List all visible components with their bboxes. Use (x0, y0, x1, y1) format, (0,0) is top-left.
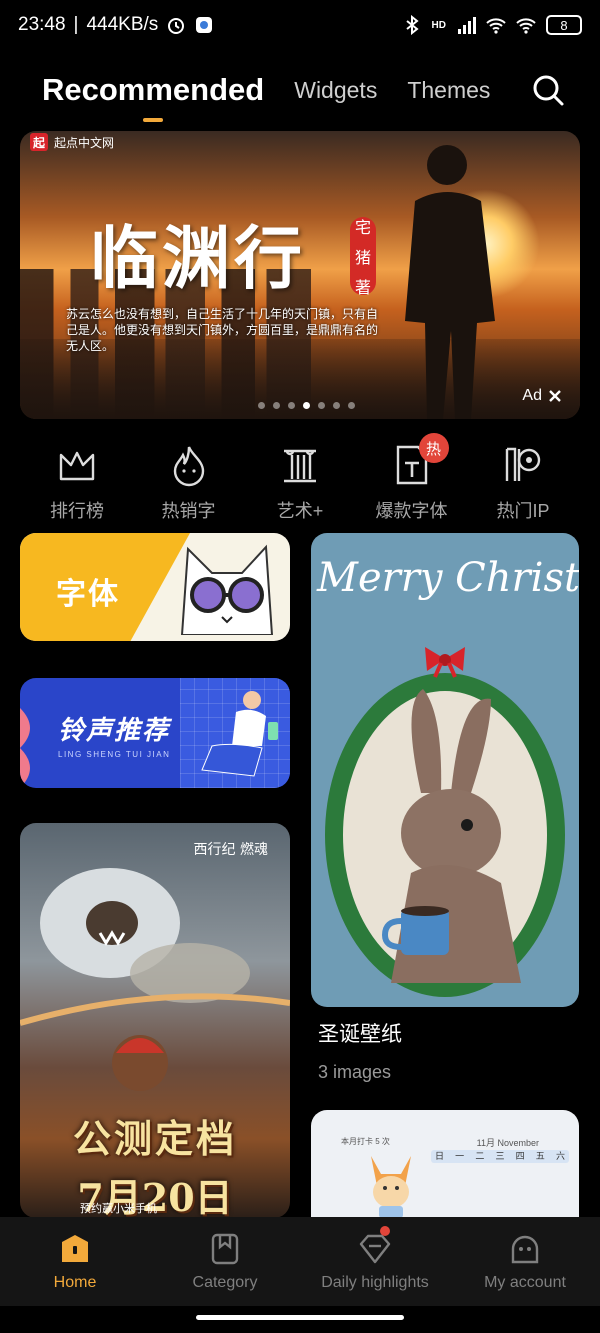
search-icon[interactable] (530, 72, 566, 108)
hot-badge: 热 (418, 433, 449, 463)
game-logo: 西行纪 燃魂 (193, 842, 268, 858)
hd-signal-icon: HD (431, 19, 446, 31)
game-footer-text: 预约赢小米手机 (80, 1203, 157, 1215)
carousel-dots (258, 402, 355, 409)
diamond-icon (359, 1234, 391, 1263)
rabbit-with-mug-illustration (381, 689, 521, 983)
red-bow-icon (425, 647, 465, 678)
category-hot-ip[interactable]: 热门IP (468, 443, 578, 523)
top-tabs: Recommended Widgets Themes (42, 62, 570, 122)
xmas-caption: 圣诞壁纸 3 images (318, 1018, 402, 1083)
banner-author-tag: 宅 猪 著 (350, 217, 376, 297)
wifi-icon-2 (516, 18, 536, 34)
account-icon (511, 1235, 539, 1263)
banner-silhouette-figure (405, 145, 495, 419)
home-indicator[interactable] (196, 1315, 404, 1320)
notification-dot (380, 1226, 390, 1236)
game-characters-illustration (20, 868, 290, 1091)
ad-close-button[interactable]: Ad (522, 387, 562, 405)
close-icon (549, 390, 561, 402)
fonts-card-title: 字体 (56, 578, 120, 611)
category-hit-fonts[interactable]: 热 爆款字体 (357, 433, 467, 523)
quick-categories: 排行榜 热销字 艺术+ 热 爆款字体 热门IP (22, 433, 578, 523)
tab-widgets[interactable]: Widgets (294, 77, 377, 104)
bottom-navigation: Home Category Daily highlights My accoun… (0, 1217, 600, 1306)
category-hot-sale[interactable]: 热销字 (134, 443, 244, 523)
nav-daily-highlights[interactable]: Daily highlights (300, 1217, 450, 1306)
wifi-icon (486, 18, 506, 34)
home-icon (62, 1234, 88, 1262)
category-icon (211, 1233, 239, 1264)
christmas-wallpaper-card[interactable]: Merry Christmas (311, 533, 579, 1007)
ip-icon (505, 447, 541, 481)
pillar-icon (284, 449, 316, 483)
flame-icon (173, 446, 204, 487)
nav-my-account[interactable]: My account (450, 1217, 600, 1306)
status-bar: 23:48 | 444KB/s HD 8 (0, 0, 600, 50)
ringtones-card-title: 铃声推荐 (58, 715, 171, 745)
bluetooth-icon (405, 15, 419, 35)
status-time: 23:48 (18, 14, 66, 35)
xmas-art-title: Merry Christmas (317, 555, 579, 601)
tab-themes[interactable]: Themes (407, 77, 490, 104)
ringtones-card-subtitle: LING SHENG TUI JIAN (58, 750, 171, 759)
calendar-grid: 日 一 二 三 四 五 六 (431, 1150, 569, 1163)
banner-brand-logo: 起 起点中文网 (30, 131, 114, 153)
calendar-weekdays: 日 一 二 三 四 五 六 (431, 1150, 569, 1163)
corgi-illustration (371, 1156, 411, 1218)
nav-home[interactable]: Home (0, 1217, 150, 1306)
xmas-card-name: 圣诞壁纸 (318, 1023, 402, 1046)
banner-title: 临渊行 (90, 219, 307, 299)
promo-banner[interactable]: 起 起点中文网 临渊行 宅 猪 著 苏云怎么也没有想到，自己生活了十几年的天门镇… (20, 131, 580, 419)
tab-recommended[interactable]: Recommended (42, 72, 264, 122)
alarm-icon (168, 18, 185, 34)
cat-with-glasses-illustration (180, 544, 274, 635)
person-with-phone-illustration (201, 691, 278, 777)
category-ranking[interactable]: 排行榜 (22, 443, 132, 523)
xmas-card-count: 3 images (318, 1062, 392, 1082)
status-network-speed: 444KB/s (86, 14, 159, 35)
banner-description: 苏云怎么也没有想到，自己生活了十几年的天门镇，只有自己是人。他更没有想到天门镇外… (66, 307, 379, 353)
battery-icon: 8 (546, 15, 582, 35)
crown-icon (59, 451, 95, 481)
category-art-plus[interactable]: 艺术+ (245, 443, 355, 523)
calendar-month: 11月 November (476, 1138, 539, 1148)
calendar-checkin-count: 本月打卡 5 次 (341, 1137, 390, 1146)
ringtones-card[interactable]: 铃声推荐 LING SHENG TUI JIAN (20, 678, 290, 788)
fonts-card[interactable]: 字体 (20, 533, 290, 641)
app-notification-icon (196, 17, 213, 33)
nav-category[interactable]: Category (150, 1217, 300, 1306)
game-ad-card[interactable]: 西行纪 燃魂 公测定档 7月20日 预约赢小米手机 (20, 823, 290, 1218)
cell-signal-icon (458, 17, 476, 34)
wave-decoration (20, 708, 30, 788)
